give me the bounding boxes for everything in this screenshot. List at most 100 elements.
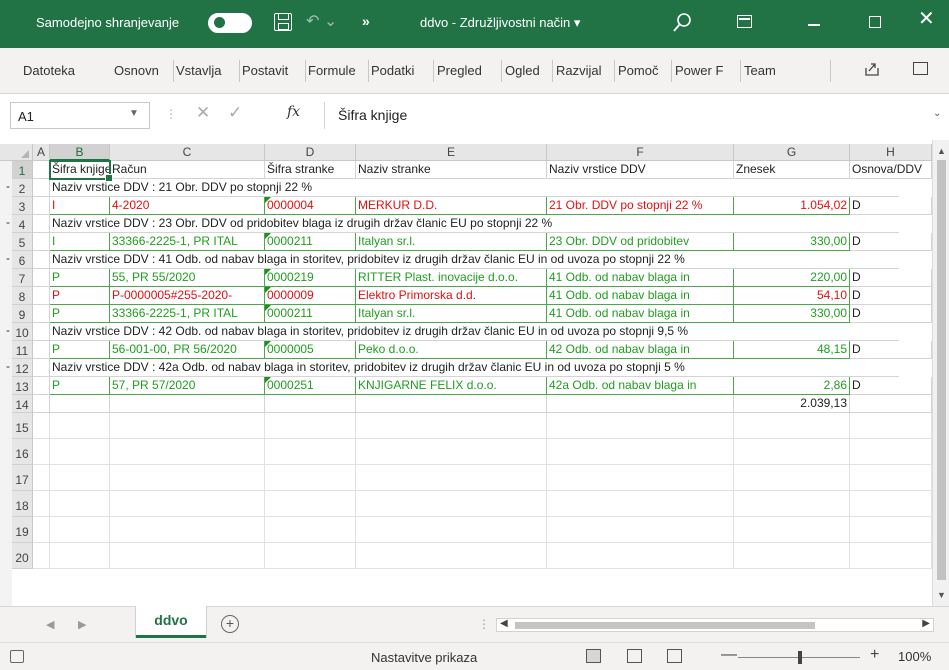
chevron-down-icon[interactable]: ▼: [129, 108, 139, 119]
cell-f[interactable]: 23 Obr. DDV od pridobitev: [547, 233, 734, 251]
sheet-prev-icon[interactable]: ◀: [46, 618, 54, 631]
cell[interactable]: [265, 491, 356, 517]
macro-icon[interactable]: [10, 650, 24, 663]
drag-handle-icon[interactable]: ⋮: [165, 107, 177, 121]
cell[interactable]: [33, 517, 50, 543]
error-indicator-icon[interactable]: [265, 305, 271, 311]
cell[interactable]: [33, 305, 50, 323]
cell[interactable]: [110, 517, 265, 543]
row-header[interactable]: 7: [12, 269, 33, 287]
cell[interactable]: [265, 517, 356, 543]
cell[interactable]: [33, 233, 50, 251]
header-cell-h[interactable]: Osnova/DDV: [850, 161, 932, 179]
cell-g[interactable]: 2,86: [734, 377, 850, 395]
page-break-view-icon[interactable]: [667, 649, 682, 663]
cell-d[interactable]: 0000211: [265, 233, 356, 251]
cell-d[interactable]: 0000009: [265, 287, 356, 305]
row-header[interactable]: 8: [12, 287, 33, 305]
row-header[interactable]: 16: [12, 439, 33, 465]
column-header-a[interactable]: A: [33, 144, 50, 161]
cancel-icon[interactable]: ✕: [196, 103, 210, 123]
cell[interactable]: [33, 161, 50, 179]
sheet-next-icon[interactable]: ▶: [78, 618, 86, 631]
cell[interactable]: [33, 179, 50, 197]
row-header[interactable]: 4: [12, 215, 33, 233]
cell[interactable]: [547, 517, 734, 543]
cell[interactable]: [50, 395, 110, 413]
cell-g[interactable]: 48,15: [734, 341, 850, 359]
vertical-scrollbar[interactable]: ▲ ▼: [932, 140, 949, 606]
cell-h[interactable]: D: [850, 197, 932, 215]
cell[interactable]: [547, 439, 734, 465]
cell[interactable]: [850, 543, 932, 569]
cell[interactable]: [265, 413, 356, 439]
cell[interactable]: [33, 395, 50, 413]
column-header-h[interactable]: H: [850, 144, 932, 161]
cell[interactable]: [734, 413, 850, 439]
split-handle-icon[interactable]: ⋮: [478, 617, 490, 631]
header-cell-g[interactable]: Znesek: [734, 161, 850, 179]
cell[interactable]: [547, 465, 734, 491]
cell[interactable]: [734, 439, 850, 465]
cell[interactable]: [850, 517, 932, 543]
cell[interactable]: [50, 491, 110, 517]
cell-c[interactable]: 57, PR 57/2020: [110, 377, 265, 395]
cell-d[interactable]: 0000004: [265, 197, 356, 215]
collapse-group-icon[interactable]: -: [6, 179, 10, 193]
cell-h[interactable]: D: [850, 287, 932, 305]
enter-icon[interactable]: ✓: [228, 103, 242, 123]
autosave-toggle-icon[interactable]: [208, 13, 252, 33]
cell-h[interactable]: D: [850, 305, 932, 323]
total-cell[interactable]: 2.039,13: [734, 395, 850, 413]
cell[interactable]: [734, 491, 850, 517]
tab-power-pivot[interactable]: Power F: [675, 63, 738, 78]
search-icon[interactable]: [671, 12, 693, 34]
cell-b[interactable]: P: [50, 377, 110, 395]
cell-f[interactable]: 42 Odb. od nabav blaga in: [547, 341, 734, 359]
column-header-c[interactable]: C: [110, 144, 265, 161]
cell-b[interactable]: I: [50, 233, 110, 251]
tab-team[interactable]: Team: [744, 63, 788, 78]
cell-e[interactable]: Peko d.o.o.: [356, 341, 547, 359]
zoom-in-icon[interactable]: +: [870, 646, 879, 664]
cell[interactable]: [850, 491, 932, 517]
cell-c[interactable]: 55, PR 55/2020: [110, 269, 265, 287]
collapse-group-icon[interactable]: -: [6, 323, 10, 337]
document-title[interactable]: ddvo - Združljivostni način ▾: [420, 15, 580, 31]
row-header[interactable]: 20: [12, 543, 33, 569]
cell[interactable]: [850, 465, 932, 491]
cell[interactable]: [110, 395, 265, 413]
cell[interactable]: [33, 323, 50, 341]
cell[interactable]: [33, 215, 50, 233]
cell[interactable]: [110, 413, 265, 439]
cell-e[interactable]: Italyan sr.l.: [356, 233, 547, 251]
collapse-group-icon[interactable]: -: [6, 251, 10, 265]
cell[interactable]: [33, 251, 50, 269]
cell-h[interactable]: D: [850, 269, 932, 287]
cell[interactable]: [265, 465, 356, 491]
cell-b[interactable]: P: [50, 341, 110, 359]
cell-d[interactable]: 0000211: [265, 305, 356, 323]
collapse-group-icon[interactable]: -: [6, 215, 10, 229]
cell[interactable]: [265, 439, 356, 465]
scroll-left-icon[interactable]: ◀: [500, 618, 508, 629]
row-header[interactable]: 15: [12, 413, 33, 439]
cell[interactable]: [33, 269, 50, 287]
header-cell-f[interactable]: Naziv vrstice DDV: [547, 161, 734, 179]
group-label[interactable]: Naziv vrstice DDV : 23 Obr. DDV od prido…: [50, 215, 899, 233]
hscroll-thumb[interactable]: [515, 622, 815, 629]
tab-review[interactable]: Pregled: [437, 63, 499, 78]
column-header-e[interactable]: E: [356, 144, 547, 161]
cell[interactable]: [33, 197, 50, 215]
cell-c[interactable]: 33366-2225-1, PR ITAL: [110, 305, 265, 323]
tab-view[interactable]: Ogled: [505, 63, 550, 78]
expand-formula-icon[interactable]: ⌄: [933, 108, 941, 119]
cell-f[interactable]: 41 Odb. od nabav blaga in: [547, 305, 734, 323]
cell-d[interactable]: 0000005: [265, 341, 356, 359]
cell[interactable]: [850, 395, 932, 413]
comments-icon[interactable]: [913, 62, 928, 75]
tab-help[interactable]: Pomoč: [618, 63, 669, 78]
row-header[interactable]: 1: [12, 161, 33, 179]
error-indicator-icon[interactable]: [265, 233, 271, 239]
cell[interactable]: [33, 377, 50, 395]
